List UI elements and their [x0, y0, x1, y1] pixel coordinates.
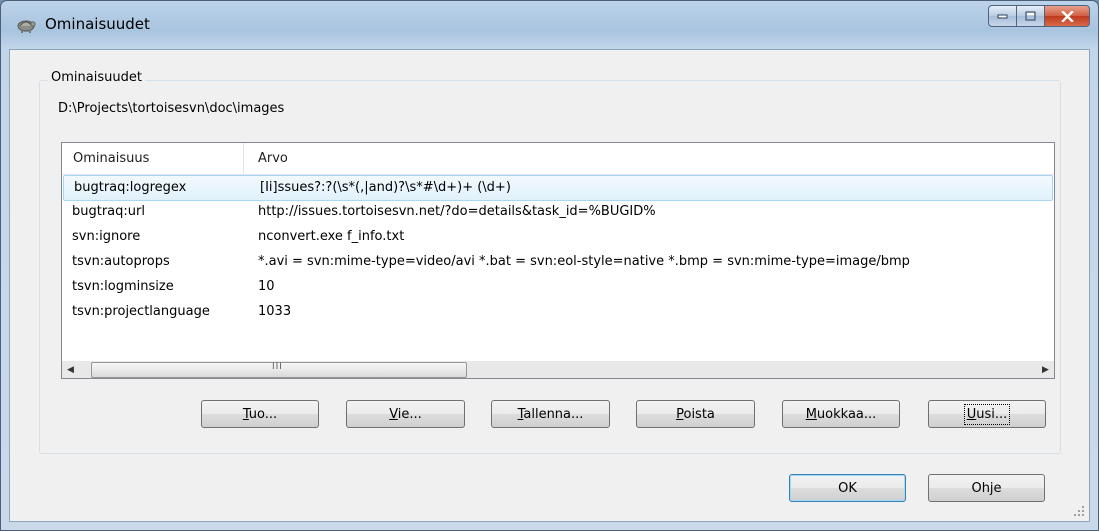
- edit-button[interactable]: Muokkaa...: [782, 400, 900, 428]
- save-button-label: Tallenna...: [517, 406, 584, 422]
- table-row[interactable]: tsvn:autoprops *.avi = svn:mime-type=vid…: [62, 250, 1054, 274]
- export-button[interactable]: Vie...: [346, 400, 465, 428]
- table-row[interactable]: bugtraq:url http://issues.tortoisesvn.ne…: [62, 200, 1054, 224]
- property-value: 10: [258, 279, 275, 294]
- property-value: http://issues.tortoisesvn.net/?do=detail…: [258, 204, 656, 219]
- property-name: svn:ignore: [72, 229, 141, 244]
- remove-button-label: Poista: [676, 406, 715, 422]
- save-button[interactable]: Tallenna...: [491, 400, 610, 428]
- ok-button-label: OK: [838, 480, 857, 496]
- table-row[interactable]: svn:ignore nconvert.exe f_info.txt: [62, 225, 1054, 249]
- property-name: bugtraq:logregex: [74, 180, 187, 195]
- properties-list[interactable]: Ominaisuus Arvo bugtraq:logregex [Ii]ssu…: [61, 142, 1055, 379]
- column-divider[interactable]: [243, 143, 244, 174]
- edit-button-label: Muokkaa...: [805, 406, 877, 422]
- import-button[interactable]: Tuo...: [201, 400, 319, 428]
- minimize-button[interactable]: [988, 5, 1017, 27]
- property-value: [Ii]ssues?:?(\s*(,|and)?\s*#\d+)+ (\d+): [260, 180, 511, 195]
- tortoise-icon: [17, 20, 36, 33]
- maximize-button[interactable]: [1017, 5, 1045, 27]
- table-row[interactable]: tsvn:projectlanguage 1033: [62, 300, 1054, 324]
- new-button-label: Uusi...: [963, 403, 1011, 425]
- export-button-label: Vie...: [389, 406, 422, 422]
- column-header-property[interactable]: Ominaisuus: [73, 151, 149, 166]
- property-value: *.avi = svn:mime-type=video/avi *.bat = …: [258, 254, 910, 269]
- group-label: Ominaisuudet: [48, 70, 145, 85]
- property-name: tsvn:logminsize: [72, 279, 174, 294]
- property-value: nconvert.exe f_info.txt: [258, 229, 405, 244]
- column-header-value[interactable]: Arvo: [258, 151, 288, 166]
- scroll-right-button[interactable]: ▶: [1037, 361, 1054, 378]
- close-button[interactable]: [1045, 5, 1090, 27]
- scroll-left-button[interactable]: ◀: [62, 361, 79, 378]
- title-bar[interactable]: Ominaisuudet: [1, 1, 1098, 49]
- remove-button[interactable]: Poista: [636, 400, 755, 428]
- new-button[interactable]: Uusi...: [928, 400, 1046, 428]
- close-icon: [1060, 10, 1074, 22]
- ok-button[interactable]: OK: [789, 474, 906, 502]
- window-title: Ominaisuudet: [45, 15, 150, 33]
- import-button-label: Tuo...: [242, 406, 278, 422]
- property-name: bugtraq:url: [72, 204, 145, 219]
- list-header: Ominaisuus Arvo: [62, 143, 1054, 175]
- table-row[interactable]: bugtraq:logregex [Ii]ssues?:?(\s*(,|and)…: [63, 175, 1053, 201]
- maximize-icon: [1025, 11, 1036, 21]
- scrollbar-thumb[interactable]: III: [91, 362, 467, 378]
- caption-buttons: [988, 5, 1090, 27]
- triangle-right-icon: ▶: [1042, 364, 1049, 375]
- properties-dialog: Ominaisuudet Ominaisuudet D:\Projects\to…: [0, 0, 1099, 531]
- triangle-left-icon: ◀: [67, 364, 74, 375]
- property-name: tsvn:projectlanguage: [72, 304, 210, 319]
- horizontal-scrollbar[interactable]: ◀ III ▶: [62, 361, 1054, 378]
- property-value: 1033: [258, 304, 292, 319]
- property-name: tsvn:autoprops: [72, 254, 170, 269]
- help-button-label: Ohje: [971, 480, 1002, 496]
- table-row[interactable]: tsvn:logminsize 10: [62, 275, 1054, 299]
- thumb-grip: III: [272, 362, 283, 372]
- dialog-content: Ominaisuudet D:\Projects\tortoisesvn\doc…: [9, 49, 1090, 522]
- help-button[interactable]: Ohje: [928, 474, 1045, 502]
- path-label: D:\Projects\tortoisesvn\doc\images: [58, 101, 285, 116]
- resize-grip-icon[interactable]: [1073, 505, 1085, 517]
- minimize-icon: [997, 14, 1008, 19]
